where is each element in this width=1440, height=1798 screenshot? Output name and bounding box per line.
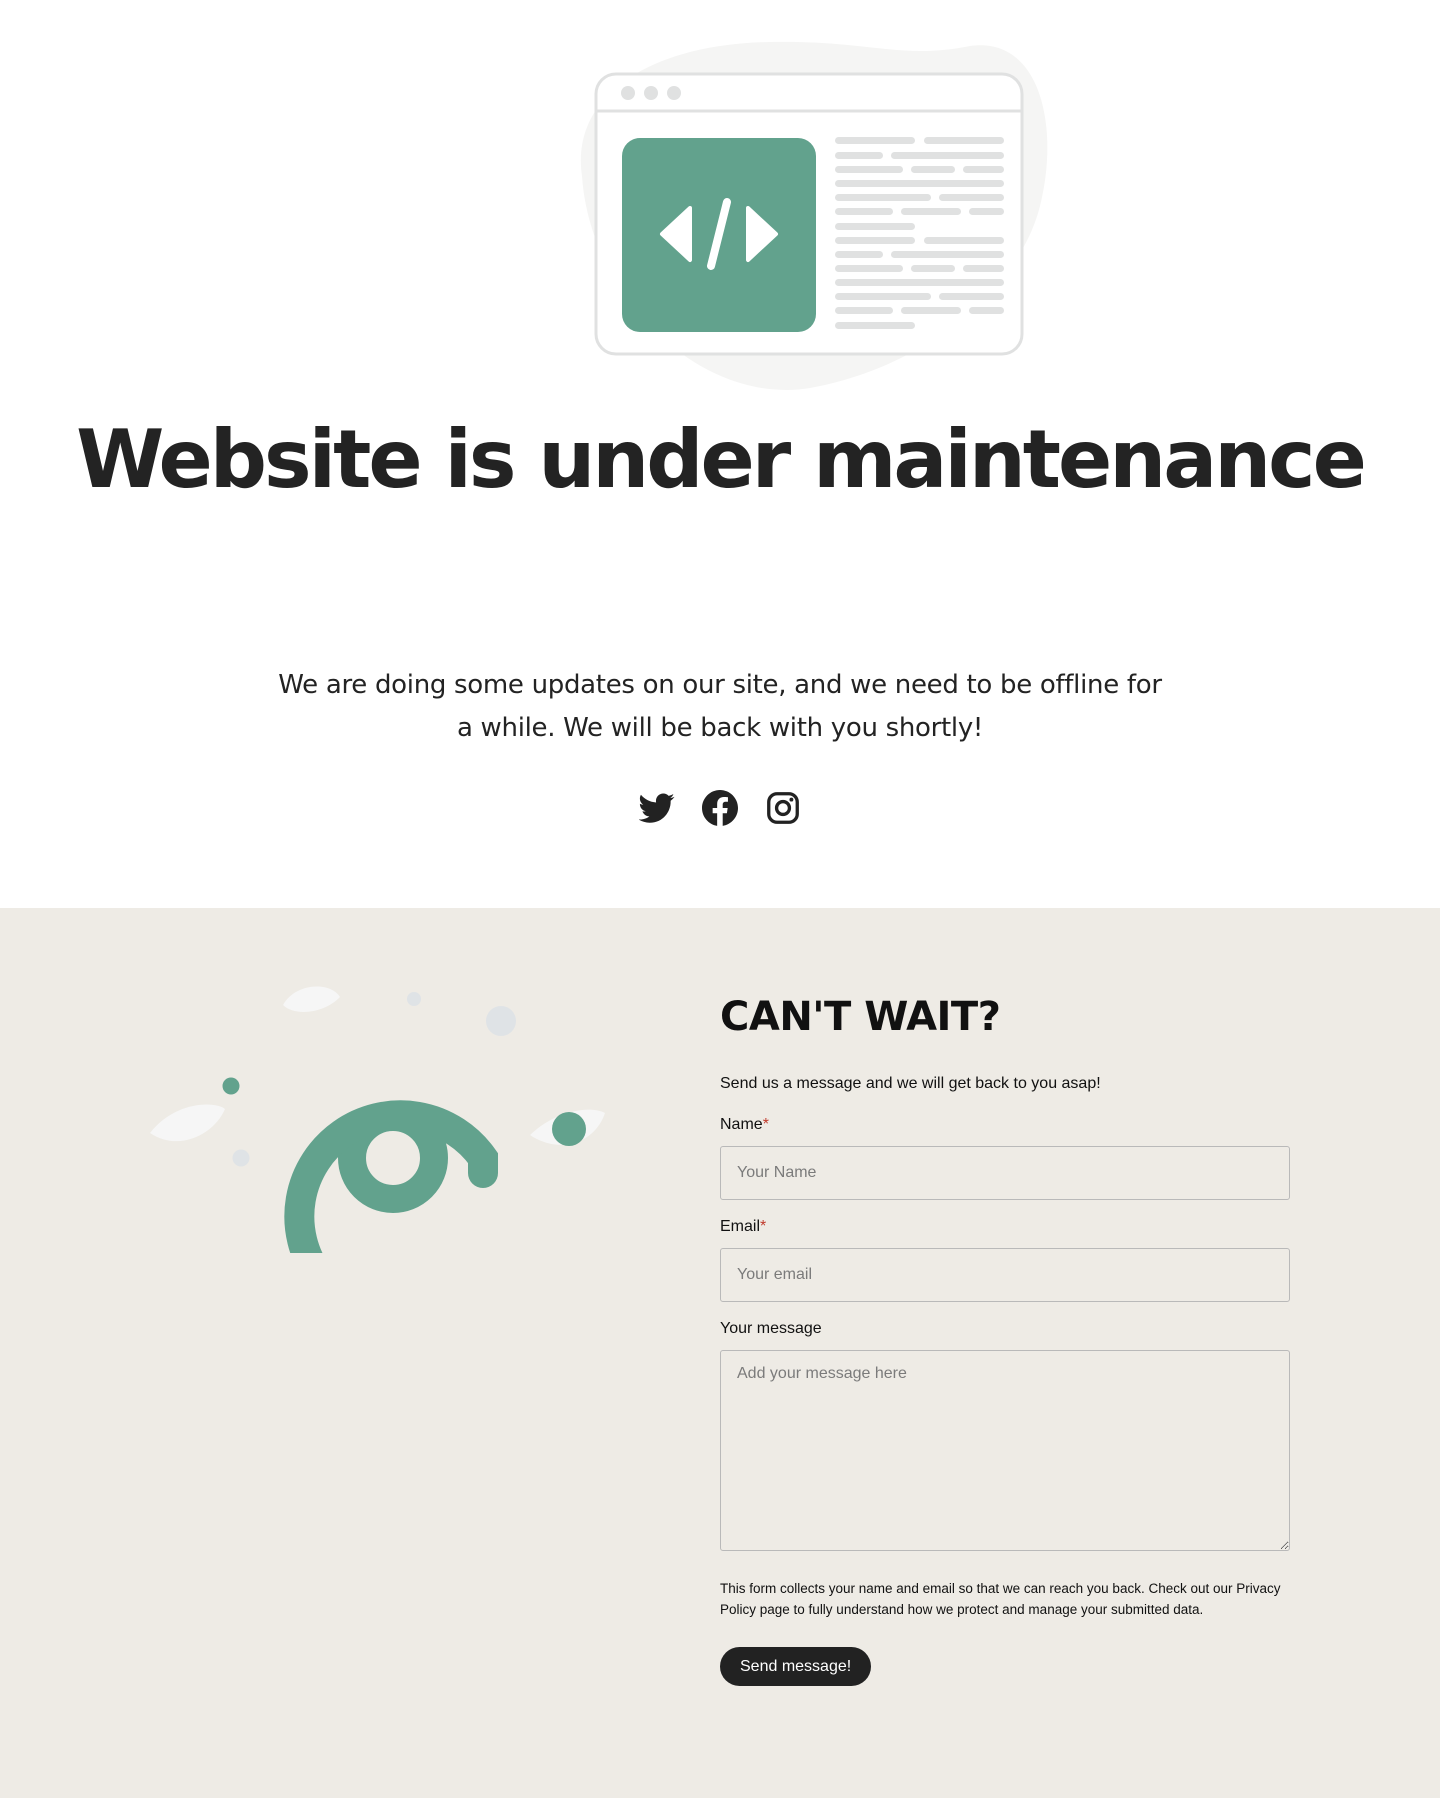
privacy-notice: This form collects your name and email s… bbox=[720, 1581, 1281, 1617]
dot-decoration bbox=[486, 1006, 516, 1036]
message-field-label: Your message bbox=[720, 1318, 822, 1340]
contact-section: CAN'T WAIT? Send us a message and we wil… bbox=[0, 908, 1440, 1798]
dot-decoration bbox=[407, 992, 421, 1006]
send-message-button[interactable]: Send message! bbox=[720, 1647, 872, 1686]
code-window-illustration bbox=[580, 41, 1048, 390]
dot-decoration bbox=[552, 1112, 586, 1146]
window-dot bbox=[644, 86, 658, 100]
email-field-label: Email* bbox=[720, 1216, 766, 1238]
window-dot bbox=[621, 86, 635, 100]
name-label-text: Name bbox=[720, 1116, 763, 1133]
message-label-text: Your message bbox=[720, 1320, 822, 1337]
leaf-decoration bbox=[283, 986, 340, 1012]
email-input[interactable] bbox=[720, 1248, 1290, 1302]
instagram-icon bbox=[767, 792, 799, 824]
message-textarea[interactable] bbox=[720, 1350, 1290, 1551]
leaf-decoration bbox=[150, 1104, 225, 1142]
twitter-link[interactable] bbox=[639, 789, 675, 827]
name-field-label: Name* bbox=[720, 1114, 769, 1136]
at-sign-icon bbox=[284, 1100, 498, 1253]
required-marker: * bbox=[762, 1116, 769, 1133]
maintenance-description: We are doing some updates on our site, a… bbox=[278, 670, 1162, 743]
page-title: Website is under maintenance bbox=[76, 413, 1367, 506]
at-sign-illustration bbox=[150, 986, 605, 1253]
window-dot bbox=[667, 86, 681, 100]
contact-intro: Send us a message and we will get back t… bbox=[720, 1075, 1101, 1092]
email-label-text: Email bbox=[720, 1218, 761, 1235]
name-input[interactable] bbox=[720, 1146, 1290, 1200]
social-links bbox=[0, 789, 1440, 829]
dot-decoration bbox=[232, 1149, 250, 1167]
required-marker: * bbox=[760, 1218, 767, 1235]
contact-title: CAN'T WAIT? bbox=[720, 994, 1001, 1040]
instagram-link[interactable] bbox=[765, 789, 801, 827]
facebook-link[interactable] bbox=[702, 789, 738, 827]
facebook-icon bbox=[702, 790, 738, 826]
maintenance-hero: Website is under maintenance We are doin… bbox=[0, 0, 1440, 908]
dot-decoration bbox=[222, 1077, 240, 1095]
twitter-icon bbox=[639, 793, 675, 823]
